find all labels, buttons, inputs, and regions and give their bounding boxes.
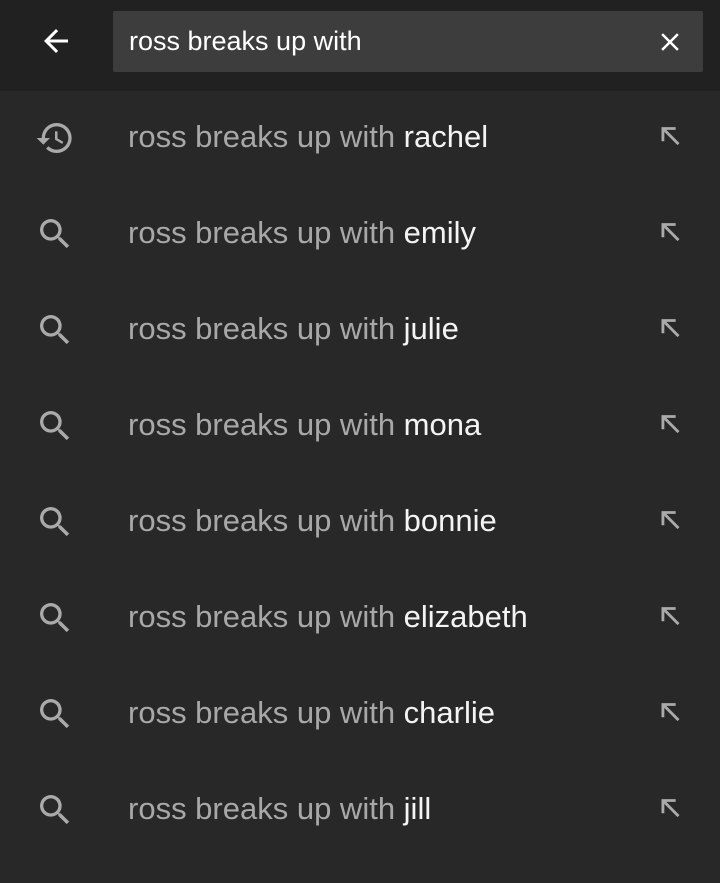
search-icon bbox=[34, 789, 76, 831]
suggestion-prefix: ross breaks up with bbox=[128, 215, 404, 250]
back-button[interactable] bbox=[22, 12, 90, 70]
suggestion-completion: bonnie bbox=[403, 503, 497, 538]
history-icon bbox=[34, 117, 76, 159]
suggestion-item-elizabeth[interactable]: ross breaks up with elizabeth bbox=[0, 569, 720, 665]
arrow-up-left-icon bbox=[661, 703, 680, 722]
search-icon bbox=[34, 213, 76, 255]
suggestion-text: ross breaks up with rachel bbox=[128, 89, 488, 185]
suggestion-item-jill[interactable]: ross breaks up with jill bbox=[0, 761, 720, 857]
clear-search-button[interactable] bbox=[647, 19, 693, 65]
suggestion-completion: julie bbox=[403, 311, 459, 346]
suggestion-item-mona[interactable]: ross breaks up with mona bbox=[0, 377, 720, 473]
suggestion-item-rachel[interactable]: ross breaks up with rachel bbox=[0, 89, 720, 185]
arrow-up-left-icon bbox=[661, 511, 680, 530]
search-box bbox=[113, 11, 703, 72]
suggestion-completion: charlie bbox=[403, 695, 495, 730]
suggestion-text: ross breaks up with charlie bbox=[128, 665, 495, 761]
arrow-up-left-icon bbox=[661, 127, 680, 146]
search-icon bbox=[34, 693, 76, 735]
suggestion-item-julie[interactable]: ross breaks up with julie bbox=[0, 281, 720, 377]
suggestion-completion: mona bbox=[403, 407, 482, 442]
suggestion-prefix: ross breaks up with bbox=[128, 311, 404, 346]
arrow-up-left-icon bbox=[661, 319, 680, 338]
search-header bbox=[0, 0, 720, 89]
suggestion-prefix: ross breaks up with bbox=[128, 791, 404, 826]
suggestion-prefix: ross breaks up with bbox=[128, 695, 404, 730]
arrow-up-left-icon bbox=[661, 223, 680, 242]
suggestion-prefix: ross breaks up with bbox=[128, 407, 404, 442]
fill-query-button[interactable] bbox=[648, 211, 692, 255]
fill-query-button[interactable] bbox=[648, 403, 692, 447]
suggestion-completion: elizabeth bbox=[403, 599, 528, 634]
fill-query-button[interactable] bbox=[648, 115, 692, 159]
fill-query-button[interactable] bbox=[648, 499, 692, 543]
suggestion-text: ross breaks up with mona bbox=[128, 377, 481, 473]
fill-query-button[interactable] bbox=[648, 595, 692, 639]
suggestion-text: ross breaks up with bonnie bbox=[128, 473, 497, 569]
search-icon bbox=[34, 405, 76, 447]
search-input[interactable] bbox=[129, 11, 629, 72]
search-icon bbox=[34, 309, 76, 351]
arrow-left-icon bbox=[44, 29, 68, 53]
close-icon bbox=[661, 33, 679, 51]
fill-query-button[interactable] bbox=[648, 691, 692, 735]
suggestion-item-emily[interactable]: ross breaks up with emily bbox=[0, 185, 720, 281]
suggestion-prefix: ross breaks up with bbox=[128, 599, 404, 634]
suggestion-text: ross breaks up with elizabeth bbox=[128, 569, 528, 665]
suggestion-item-bonnie[interactable]: ross breaks up with bonnie bbox=[0, 473, 720, 569]
suggestion-item-charlie[interactable]: ross breaks up with charlie bbox=[0, 665, 720, 761]
arrow-up-left-icon bbox=[661, 607, 680, 626]
fill-query-button[interactable] bbox=[648, 787, 692, 831]
suggestion-completion: jill bbox=[403, 791, 432, 826]
suggestion-completion: emily bbox=[403, 215, 477, 250]
suggestion-prefix: ross breaks up with bbox=[128, 503, 404, 538]
arrow-up-left-icon bbox=[661, 799, 680, 818]
suggestion-completion: rachel bbox=[403, 119, 489, 154]
suggestion-text: ross breaks up with julie bbox=[128, 281, 459, 377]
suggestion-list: ross breaks up with rachel ross breaks u… bbox=[0, 89, 720, 857]
suggestion-prefix: ross breaks up with bbox=[128, 119, 404, 154]
search-icon bbox=[34, 597, 76, 639]
suggestion-text: ross breaks up with jill bbox=[128, 761, 431, 857]
search-icon bbox=[34, 501, 76, 543]
fill-query-button[interactable] bbox=[648, 307, 692, 351]
suggestion-text: ross breaks up with emily bbox=[128, 185, 476, 281]
arrow-up-left-icon bbox=[661, 415, 680, 434]
